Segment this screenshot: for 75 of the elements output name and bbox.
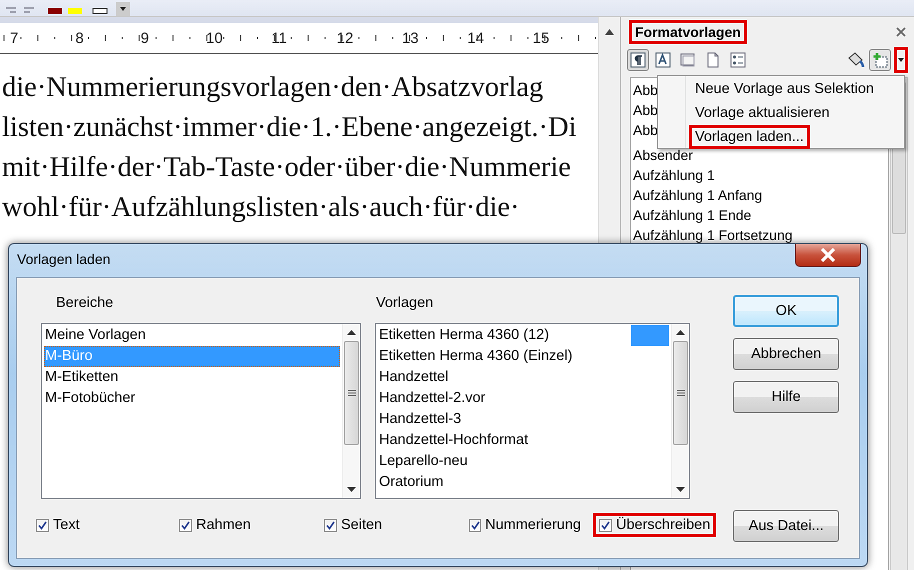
ruler-number: 8 xyxy=(75,30,85,46)
dialog-title: Vorlagen laden xyxy=(16,251,110,267)
list-item[interactable]: Meine Vorlagen xyxy=(44,325,340,346)
checkbox[interactable]: Text xyxy=(30,513,173,537)
dropdown-button[interactable] xyxy=(894,47,908,73)
ruler-number: 9 xyxy=(140,30,150,46)
list-item[interactable]: Handzettel xyxy=(378,367,669,388)
ruler-number: 11 xyxy=(271,30,288,46)
list-item[interactable]: M-Fotobücher xyxy=(44,388,340,409)
menu-item[interactable]: Vorlage aktualisieren xyxy=(689,101,836,125)
document-text-line: die·Nummerierungsvorlagen·den·Absatzvorlag xyxy=(2,71,544,105)
page-icon xyxy=(705,52,721,68)
ruler-number: 14 xyxy=(467,30,485,46)
grip-icon xyxy=(676,390,684,396)
close-button[interactable] xyxy=(795,244,861,267)
list-item[interactable]: Etiketten Herma 4360 (12) xyxy=(378,325,669,346)
check-mark-icon xyxy=(38,520,47,530)
grip-icon xyxy=(348,390,356,396)
close-icon xyxy=(820,248,836,262)
section-label: Vorlagen xyxy=(376,295,434,313)
panel-title: Formatvorlagen xyxy=(629,20,747,44)
list-item[interactable]: Oratorium xyxy=(378,472,669,493)
dialog-button[interactable]: Abbrechen xyxy=(733,338,839,370)
scroll-up-icon[interactable] xyxy=(347,330,356,335)
background-icon[interactable] xyxy=(90,8,110,16)
menu-item[interactable]: Neue Vorlage aus Selektion xyxy=(689,77,880,101)
checkbox[interactable]: Nummerierung xyxy=(463,513,587,537)
dialog-button[interactable]: OK xyxy=(733,295,839,327)
style-list-item[interactable]: Aufzählung 1 xyxy=(633,165,888,185)
close-icon[interactable] xyxy=(896,27,906,37)
list-item[interactable]: Handzettel-3 xyxy=(378,409,669,430)
scroll-down-icon[interactable] xyxy=(676,487,685,492)
letter-icon xyxy=(655,52,671,68)
list-icon xyxy=(730,52,746,68)
frame-icon xyxy=(680,52,696,68)
scrollbar-thumb[interactable] xyxy=(673,341,688,445)
document-text-line: wohl·für·Aufzählungslisten·als·auch·für·die· xyxy=(2,191,520,225)
file-button[interactable]: Aus Datei... xyxy=(733,510,839,542)
ruler-number: 10 xyxy=(206,30,224,46)
new-style-icon xyxy=(872,52,888,68)
selection-highlight xyxy=(631,325,669,346)
check-mark-icon xyxy=(601,520,610,530)
ruler-number: 7 xyxy=(10,30,20,46)
check-mark-icon xyxy=(326,520,335,530)
style-category-button[interactable] xyxy=(627,49,649,71)
caret-icon xyxy=(898,58,904,62)
scroll-up-icon[interactable] xyxy=(605,29,614,35)
ruler-number: 12 xyxy=(336,30,354,46)
style-list-item[interactable]: Aufzählung 1 Fortsetzung xyxy=(633,225,888,245)
menu-item[interactable]: Vorlagen laden... xyxy=(689,125,810,149)
dropdown-icon[interactable] xyxy=(116,2,130,16)
style-list-item[interactable]: Aufzählung 1 Anfang xyxy=(633,185,888,205)
scrollbar-thumb[interactable] xyxy=(344,341,359,445)
paragraph-icon xyxy=(630,52,646,68)
paint-bucket-icon[interactable] xyxy=(846,50,866,70)
new-style-button[interactable] xyxy=(869,49,891,71)
list-item[interactable]: Handzettel-Hochformat xyxy=(378,430,669,451)
scroll-up-icon[interactable] xyxy=(676,330,685,335)
dialog-button[interactable]: Hilfe xyxy=(733,381,839,413)
checkbox[interactable]: Rahmen xyxy=(173,513,318,537)
list-item[interactable]: Leparello-neu xyxy=(378,451,669,472)
document-text-line: listen·zunächst·immer·die·1.·Ebene·angezeigt.·Di xyxy=(2,111,576,145)
checkbox[interactable]: Seiten xyxy=(318,513,463,537)
check-mark-icon xyxy=(181,520,190,530)
scroll-down-icon[interactable] xyxy=(347,487,356,492)
section-label: Bereiche xyxy=(56,295,114,313)
style-list-item[interactable]: Aufzählung 1 Ende xyxy=(633,205,888,225)
ruler-number: 13 xyxy=(402,30,420,46)
checkbox[interactable]: Überschreiben xyxy=(593,513,716,537)
ruler-number: 15 xyxy=(532,30,550,46)
list-item[interactable]: M-Etiketten xyxy=(44,367,340,388)
check-mark-icon xyxy=(470,520,480,530)
list-item[interactable]: Etiketten Herma 4360 (Einzel) xyxy=(378,346,669,367)
document-text-line: mit·Hilfe·der·Tab-Taste·oder·über·die·Nummerie xyxy=(2,151,571,185)
list-item[interactable]: Handzettel-2.vor xyxy=(378,388,669,409)
